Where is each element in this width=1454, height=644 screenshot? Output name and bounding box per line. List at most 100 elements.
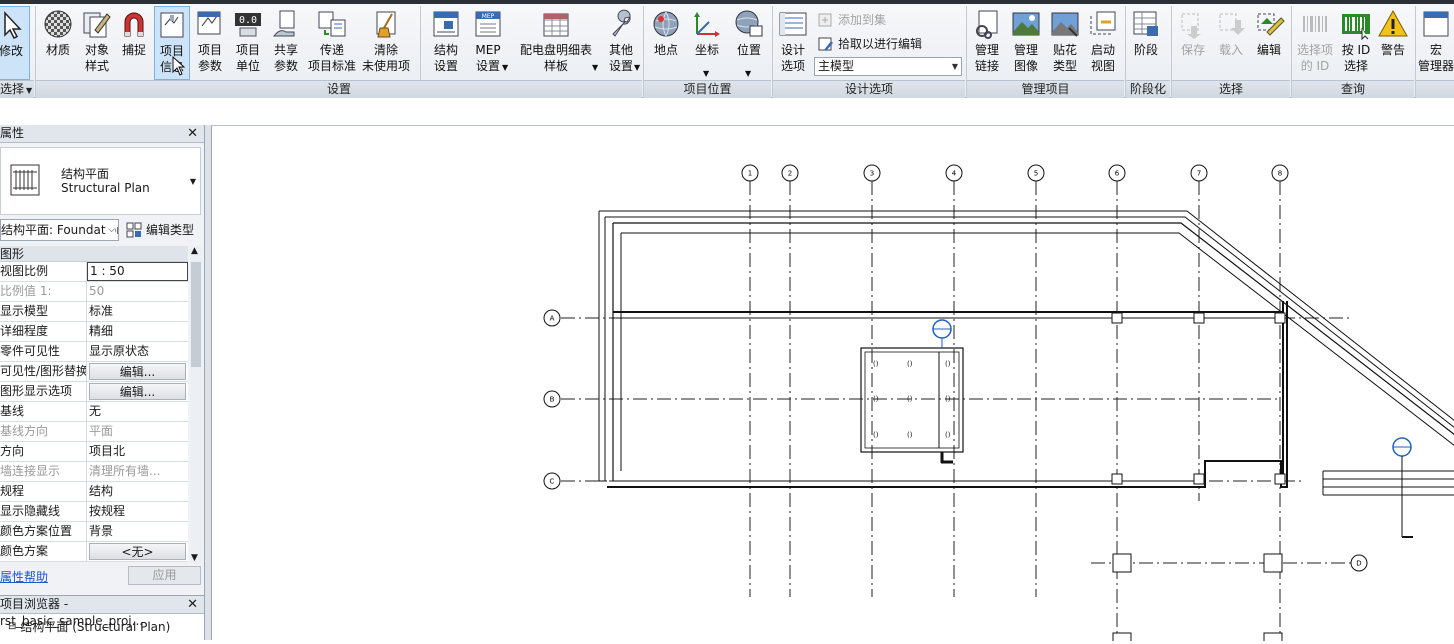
barcode-select-icon bbox=[1342, 14, 1370, 40]
grid-bubble-right: D bbox=[1350, 554, 1368, 572]
property-row[interactable]: 基线无 bbox=[0, 402, 188, 422]
close-icon[interactable]: ✕ bbox=[187, 125, 198, 142]
modify-button[interactable]: 修改 bbox=[0, 6, 30, 80]
scroll-down-icon[interactable]: ▼ bbox=[191, 553, 198, 563]
additional-settings-button[interactable]: 其他 设置 ▼ bbox=[602, 6, 640, 80]
position-button[interactable]: 位置 ▼ bbox=[728, 6, 770, 80]
property-value[interactable]: 标准 bbox=[87, 302, 188, 321]
pick-to-edit-row[interactable]: 拾取以进行编辑 bbox=[818, 35, 922, 52]
add-to-set-row[interactable]: 添加到集 bbox=[818, 11, 886, 28]
grid-lines bbox=[561, 181, 1353, 641]
apply-button[interactable]: 应用 bbox=[128, 566, 201, 585]
decal-image-icon bbox=[1051, 12, 1079, 37]
grid-bubble-label: 6 bbox=[1115, 170, 1120, 178]
type-selector[interactable]: 结构平面 Structural Plan ▼ bbox=[0, 147, 201, 215]
structural-settings-button[interactable]: 结构 设置 bbox=[426, 6, 466, 80]
purge-unused-button[interactable]: 清除 未使用项 bbox=[360, 6, 412, 80]
properties-scrollbar[interactable]: ▲ ▼ bbox=[190, 246, 202, 563]
starting-view-button[interactable]: 启动 视图 bbox=[1084, 6, 1122, 80]
property-value[interactable]: 无 bbox=[87, 402, 188, 421]
property-key: 显示隐藏线 bbox=[0, 502, 87, 521]
project-units-button[interactable]: 0.0 项目 单位 bbox=[230, 6, 266, 80]
snaps-button[interactable]: 捕捉 bbox=[116, 6, 152, 80]
view-instance-select[interactable]: 结构平面: Foundation ⌵ bbox=[0, 219, 119, 241]
grid-bubble-label: D bbox=[1356, 560, 1361, 568]
property-row[interactable]: 显示模型 标准 bbox=[0, 302, 188, 322]
pick-to-edit-icon bbox=[818, 37, 833, 51]
instance-filter-row: 结构平面: Foundation ⌵ 编辑类型 bbox=[0, 219, 204, 243]
drawing-canvas[interactable]: () () () () () () () () () 1 2 3 4 5 6 7 8 A B C D bbox=[211, 125, 1454, 644]
property-row[interactable]: 颜色方案 <无> bbox=[0, 542, 188, 562]
design-options-button[interactable]: 设计 选项 bbox=[774, 6, 812, 80]
property-row[interactable]: 墙连接显示 清理所有墙... bbox=[0, 462, 188, 482]
project-parameters-button[interactable]: 项目 参数 bbox=[192, 6, 228, 80]
property-value[interactable]: 精细 bbox=[87, 322, 188, 341]
property-value[interactable]: 项目北 bbox=[87, 442, 188, 461]
property-row[interactable]: 显示隐藏线 按规程 bbox=[0, 502, 188, 522]
scrollbar-thumb[interactable] bbox=[191, 262, 201, 367]
shared-parameters-button[interactable]: 共享 参数 bbox=[268, 6, 304, 80]
properties-help-link[interactable]: 属性帮助 bbox=[0, 568, 48, 585]
browser-tree-node[interactable]: ⊟ 结构平面 (Structural Plan) bbox=[8, 618, 170, 635]
chevron-down-icon: ▼ bbox=[189, 177, 196, 186]
property-value[interactable]: 结构 bbox=[87, 482, 188, 501]
load-selection-button[interactable]: 载入 bbox=[1212, 6, 1250, 80]
project-browser: 项目浏览器 - rst_basic_sample_proj... ✕ ⊟ 结构平… bbox=[0, 595, 205, 640]
globe-location-icon bbox=[653, 11, 679, 37]
materials-button[interactable]: 材质 bbox=[38, 6, 78, 80]
property-row[interactable]: 视图比例 1 : 50 bbox=[0, 262, 188, 282]
phases-button[interactable]: 阶段 bbox=[1127, 6, 1165, 80]
transfer-project-standards-button[interactable]: 传递 项目标准 bbox=[306, 6, 358, 80]
select-by-id-button[interactable]: 按 ID 选择 bbox=[1336, 6, 1376, 80]
property-key: 显示模型 bbox=[0, 302, 87, 321]
active-design-option-select[interactable]: 主模型 ▼ bbox=[814, 57, 962, 76]
properties-title-bar: 属性 ✕ bbox=[0, 125, 204, 143]
property-row[interactable]: 颜色方案位置 背景 bbox=[0, 522, 188, 542]
panel-schedule-templates-button[interactable]: 配电盘明细表 样板 ▼ bbox=[516, 6, 599, 80]
manage-links-button[interactable]: 管理 链接 bbox=[968, 6, 1006, 80]
object-styles-button[interactable]: 对象 样式 bbox=[78, 6, 116, 80]
svg-text:(): () bbox=[945, 431, 951, 439]
property-group-graphics[interactable]: 图形 bbox=[0, 246, 188, 262]
macro-manager-button[interactable]: 宏 管理器 bbox=[1416, 6, 1454, 80]
property-row[interactable]: 零件可见性 显示原状态 bbox=[0, 342, 188, 362]
property-row[interactable]: 详细程度 精细 bbox=[0, 322, 188, 342]
close-icon[interactable]: ✕ bbox=[187, 596, 198, 613]
property-value[interactable]: 背景 bbox=[87, 522, 188, 541]
property-row[interactable]: 规程 结构 bbox=[0, 482, 188, 502]
edit-type-button[interactable]: 编辑类型 bbox=[126, 221, 194, 238]
property-edit-button[interactable]: 编辑... bbox=[89, 363, 186, 380]
decal-types-button[interactable]: 贴花 类型 bbox=[1046, 6, 1084, 80]
location-button[interactable]: 地点 bbox=[646, 6, 686, 80]
property-row[interactable]: 方向 项目北 bbox=[0, 442, 188, 462]
properties-footer: 属性帮助 应用 bbox=[0, 565, 202, 589]
warnings-button[interactable]: 警告 bbox=[1376, 6, 1410, 80]
manage-links-icon bbox=[976, 10, 998, 39]
edit-selection-button[interactable]: 编辑 bbox=[1250, 6, 1288, 80]
chevron-down-icon: ⌵ bbox=[106, 220, 115, 240]
property-value[interactable]: 1 : 50 bbox=[87, 262, 188, 281]
property-row[interactable]: 基线方向 平面 bbox=[0, 422, 188, 442]
dropdown-arrow-icon: ▼ bbox=[592, 63, 599, 72]
property-row[interactable]: 图形显示选项 编辑... bbox=[0, 382, 188, 402]
property-row[interactable]: 可见性/图形替换 编辑... bbox=[0, 362, 188, 382]
mep-settings-button[interactable]: MEP MEP 设置 ▼ bbox=[468, 6, 508, 80]
settings-panel-bar: 设置 bbox=[36, 80, 642, 98]
inquiry-panel-bar: 查询 bbox=[1292, 80, 1414, 98]
property-value[interactable]: 显示原状态 bbox=[87, 342, 188, 361]
save-selection-button[interactable]: 保存 bbox=[1174, 6, 1212, 80]
project-units-icon: 0.0 bbox=[235, 13, 261, 37]
load-selection-icon bbox=[1219, 13, 1245, 35]
select-panel-bar[interactable]: 选择 ▼ bbox=[0, 80, 34, 98]
property-edit-button[interactable]: 编辑... bbox=[89, 383, 186, 400]
scroll-up-icon[interactable]: ▲ bbox=[191, 246, 198, 256]
ribbon-tab-strip bbox=[0, 0, 1454, 4]
property-value[interactable]: 按规程 bbox=[87, 502, 188, 521]
tree-collapse-icon[interactable]: ⊟ bbox=[8, 621, 16, 632]
manage-images-button[interactable]: 管理 图像 bbox=[1007, 6, 1045, 80]
coordinates-button[interactable]: 坐标 ▼ bbox=[688, 6, 726, 80]
property-edit-button[interactable]: <无> bbox=[89, 543, 186, 560]
ids-of-selection-button[interactable]: 选择项 的 ID bbox=[1294, 6, 1336, 80]
foundation-pit: () () () () () () () () () bbox=[860, 347, 964, 464]
property-row[interactable]: 比例值 1: 50 bbox=[0, 282, 188, 302]
